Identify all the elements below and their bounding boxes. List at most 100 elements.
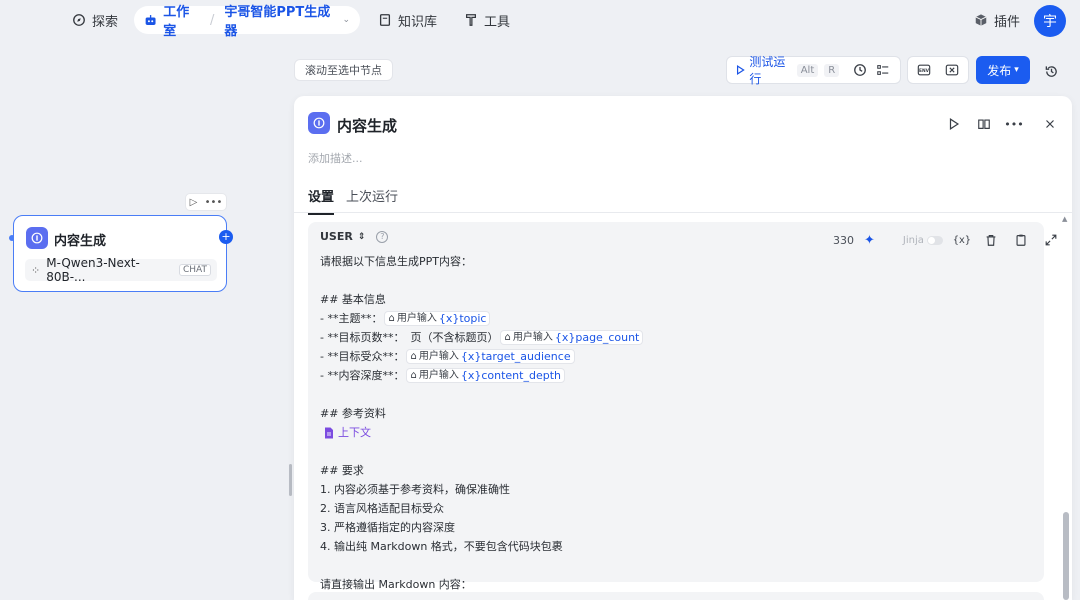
close-icon[interactable] — [1040, 114, 1060, 134]
editor-toolbar: 330 ✦ Jinja {x} — [833, 230, 1061, 250]
checklist-icon — [877, 65, 889, 75]
help-icon[interactable]: ? — [376, 230, 389, 243]
variable-name: {x}page_count — [554, 331, 640, 344]
model-icon: ⁘ — [31, 263, 41, 277]
tab-last-run[interactable]: 上次运行 — [346, 186, 398, 215]
robot-icon — [145, 15, 156, 25]
prompt-line: 1. 内容必须基于参考资料，确保准确性 — [320, 483, 510, 496]
tab-divider — [294, 212, 1072, 213]
run-history-button[interactable] — [851, 60, 868, 80]
env-button[interactable]: ENV — [914, 60, 934, 80]
context-chip[interactable]: 上下文 — [324, 423, 371, 442]
scroll-to-node-button[interactable]: 滚动至选中节点 — [294, 59, 393, 81]
sparkle-icon[interactable]: ✦ — [864, 233, 875, 248]
prompt-line-depth: - **内容深度**： ⌂ 用户输入 {x}content_depth — [320, 366, 1030, 385]
home-icon: ⌂ — [410, 351, 417, 362]
variable-chip[interactable]: ⌂ 用户输入 {x}page_count — [500, 330, 644, 345]
variable-chip[interactable]: ⌂ 用户输入 {x}content_depth — [406, 368, 565, 383]
role-selector[interactable]: USER ⇕ ? — [320, 230, 389, 243]
llm-node-card[interactable]: 内容生成 ⁘ M-Qwen3-Next-80B-... CHAT — [13, 215, 227, 292]
toggle-switch[interactable] — [926, 235, 943, 245]
env-group: ENV — [907, 56, 969, 84]
app-name[interactable]: 宇哥智能PPT生成器 — [224, 1, 336, 39]
model-mode-tag: CHAT — [178, 264, 211, 276]
nav-plugins-label: 插件 — [994, 14, 1021, 30]
llm-icon — [26, 227, 48, 249]
avatar[interactable]: 宇 — [1034, 5, 1066, 37]
version-history-button[interactable] — [1040, 60, 1062, 82]
home-icon: ⌂ — [410, 370, 417, 381]
nav-explore[interactable]: 探索 — [72, 10, 118, 30]
publish-button[interactable]: 发布 ▾ — [976, 56, 1030, 84]
line-label: - **内容深度**： — [320, 369, 405, 382]
book-icon — [379, 14, 391, 26]
node-settings-panel: 内容生成 ••• 添加描述... 设置 上次运行 USER ⇕ ? 330 ✦ … — [294, 96, 1072, 600]
top-nav: 探索 工作室 / 宇哥智能PPT生成器 ⌄ 知识库 工具 插件 宇 — [0, 0, 1080, 40]
prompt-editor[interactable]: USER ⇕ ? 330 ✦ Jinja {x} 请根据以下信息生成PPT内容： — [308, 222, 1057, 591]
compass-icon — [73, 14, 85, 26]
description-input[interactable]: 添加描述... — [308, 150, 363, 166]
checklist-button[interactable] — [875, 60, 892, 80]
shortcut-alt: Alt — [796, 63, 819, 77]
svg-text:ENV: ENV — [919, 68, 930, 74]
hammer-icon — [466, 14, 476, 26]
shortcut-r: R — [824, 63, 840, 77]
add-next-node-button[interactable]: + — [219, 230, 233, 244]
nav-tools[interactable]: 工具 — [464, 10, 510, 30]
run-node-button[interactable] — [944, 114, 964, 134]
variable-name: {x}content_depth — [460, 369, 561, 382]
nav-tools-label: 工具 — [484, 14, 511, 30]
test-run-label: 测试运行 — [749, 55, 786, 86]
variable-chip[interactable]: ⌂ 用户输入 {x}target_audience — [406, 349, 575, 364]
home-icon: ⌂ — [388, 313, 395, 324]
cube-icon — [975, 14, 987, 26]
test-run-group: 测试运行 Alt R — [726, 53, 901, 87]
chip-source: 用户输入 — [396, 313, 437, 324]
conversation-vars-button[interactable] — [942, 60, 962, 80]
scrollbar-thumb[interactable] — [1063, 512, 1069, 600]
test-run-button[interactable]: 测试运行 — [735, 53, 791, 87]
variable-chip[interactable]: ⌂ 用户输入 {x}topic — [384, 311, 491, 326]
nav-knowledge[interactable]: 知识库 — [378, 10, 437, 30]
expand-icon[interactable] — [1041, 230, 1061, 250]
workspace-label[interactable]: 工作室 — [163, 1, 200, 39]
node-actions: ▷ ••• — [185, 193, 227, 211]
panel-title[interactable]: 内容生成 — [337, 115, 397, 136]
scroll-up-arrow[interactable]: ▲ — [1062, 215, 1067, 223]
prompt-text[interactable]: 请根据以下信息生成PPT内容： ## 基本信息 - **主题**： ⌂ 用户输入… — [320, 252, 1030, 594]
history-icon — [1045, 65, 1057, 77]
prompt-line: 4. 输出纯 Markdown 格式，不要包含代码块包裹 — [320, 540, 563, 553]
nav-explore-label: 探索 — [92, 14, 119, 30]
publish-label: 发布 — [987, 63, 1012, 78]
help-doc-button[interactable] — [974, 114, 994, 134]
document-icon — [325, 427, 333, 438]
more-options-icon[interactable]: ••• — [1004, 114, 1024, 134]
prompt-line: ## 要求 — [320, 464, 364, 477]
panel-tabs: 设置 上次运行 — [308, 186, 398, 215]
panel-resize-handle[interactable] — [289, 464, 292, 496]
node-run-icon[interactable]: ▷ — [190, 197, 198, 208]
nav-knowledge-label: 知识库 — [398, 14, 438, 30]
panel-tools: ••• — [944, 114, 1024, 134]
chevron-down-icon: ▾ — [1014, 65, 1019, 75]
variable-name: {x}topic — [438, 312, 487, 325]
updown-icon: ⇕ — [357, 231, 366, 242]
next-editor-block — [308, 592, 1044, 600]
chevron-down-icon[interactable]: ⌄ — [342, 15, 350, 25]
clipboard-icon[interactable] — [1011, 230, 1031, 250]
node-more-icon[interactable]: ••• — [205, 197, 223, 208]
insert-variable-icon[interactable]: {x} — [953, 235, 971, 246]
tab-settings[interactable]: 设置 — [308, 186, 335, 215]
variable-name: {x}target_audience — [460, 350, 571, 363]
prompt-line: 请根据以下信息生成PPT内容： — [320, 255, 472, 268]
trash-icon[interactable] — [981, 230, 1001, 250]
prompt-line: ## 参考资料 — [320, 407, 386, 420]
role-label: USER — [320, 230, 353, 243]
workspace-breadcrumb[interactable]: 工作室 / 宇哥智能PPT生成器 ⌄ — [134, 5, 360, 39]
prompt-line-pages: - **目标页数**： 页（不含标题页） ⌂ 用户输入 {x}page_coun… — [320, 328, 1030, 347]
jinja-toggle[interactable]: Jinja — [903, 235, 943, 246]
prompt-line-empty — [320, 442, 1030, 461]
play-icon — [736, 65, 745, 75]
nav-plugins[interactable]: 插件 — [974, 10, 1020, 30]
llm-icon — [308, 112, 330, 134]
